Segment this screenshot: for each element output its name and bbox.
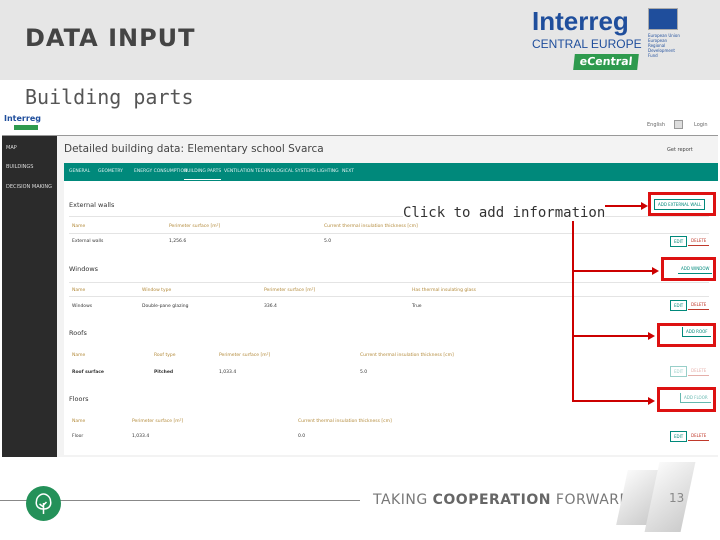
table-cell: 1,033.4 xyxy=(132,434,150,439)
section-title-windows: Windows xyxy=(69,265,99,273)
tab-technological-systems[interactable]: TECHNOLOGICAL SYSTEMS xyxy=(255,169,316,174)
table-header: Current thermal insulation thickness [cm… xyxy=(360,353,454,358)
app-topbar: Interreg English Login xyxy=(2,112,718,136)
logo-name: Interreg xyxy=(532,6,629,36)
edit-button[interactable]: EDIT xyxy=(670,300,688,311)
connector-line xyxy=(572,205,574,402)
slide-title: DATA INPUT xyxy=(25,24,196,52)
table-cell: 1,256.6 xyxy=(169,239,187,244)
table-header: Has thermal insulating glass xyxy=(412,288,476,293)
table-header: Perimeter surface [m²] xyxy=(264,288,316,293)
table-cell: Pitched xyxy=(154,370,174,375)
edit-button[interactable]: EDIT xyxy=(670,236,688,247)
table-header: Current thermal insulation thickness [cm… xyxy=(324,224,418,229)
highlight-box xyxy=(661,257,716,281)
delete-button[interactable]: DELETE xyxy=(688,366,710,376)
get-report-button[interactable]: Get report xyxy=(667,147,693,153)
language-dropdown-icon[interactable] xyxy=(674,120,683,129)
table-cell: Double-pane glazing xyxy=(142,304,189,309)
arrow-icon xyxy=(648,397,655,405)
project-badge: eCentral xyxy=(573,54,639,70)
table-cell: Roof surface xyxy=(72,370,104,375)
tagline-part: FORWARD xyxy=(550,492,631,508)
divider xyxy=(69,282,709,283)
table-cell: Floor xyxy=(72,434,84,439)
delete-button[interactable]: DELETE xyxy=(688,236,710,246)
edit-button[interactable]: EDIT xyxy=(670,431,688,442)
section-title-floors: Floors xyxy=(69,395,89,403)
delete-button[interactable]: DELETE xyxy=(688,300,710,310)
table-cell: 336.4 xyxy=(264,304,277,309)
tagline-bold: COOPERATION xyxy=(432,492,551,508)
page-title: Detailed building data: Elementary schoo… xyxy=(64,143,324,155)
table-header: Name xyxy=(72,288,86,293)
eu-text: European Union European Regional Develop… xyxy=(648,33,680,58)
table-cell: 5.0 xyxy=(360,370,368,375)
app-logo-badge xyxy=(14,125,38,130)
tab-general[interactable]: GENERAL xyxy=(69,169,90,174)
section-title-walls: External walls xyxy=(69,201,115,209)
connector-line xyxy=(572,335,648,337)
sidebar-item-decision-making[interactable]: DECISION MAKING xyxy=(6,184,52,190)
table-header: Current thermal insulation thickness [cm… xyxy=(298,419,392,424)
app-screenshot: Interreg English Login MAP BUILDINGS DEC… xyxy=(2,112,718,457)
connector-line xyxy=(572,270,652,272)
highlight-box xyxy=(657,387,716,412)
user-menu[interactable]: Login xyxy=(694,122,708,128)
highlight-box xyxy=(657,323,716,347)
page-number: 13 xyxy=(669,491,685,505)
sidebar-item-map[interactable]: MAP xyxy=(6,145,17,151)
table-header: Roof type xyxy=(154,353,176,358)
table-cell: True xyxy=(412,304,422,309)
table-header: Perimeter surface [m²] xyxy=(169,224,221,229)
arrow-icon xyxy=(648,332,655,340)
tab-ventilation[interactable]: VENTILATION xyxy=(224,169,254,174)
table-cell: 5.0 xyxy=(324,239,332,244)
sidebar-item-buildings[interactable]: BUILDINGS xyxy=(6,164,33,170)
logo-region: CENTRAL EUROPE xyxy=(532,37,642,51)
tab-geometry[interactable]: GEOMETRY xyxy=(98,169,123,174)
sidebar: MAP BUILDINGS DECISION MAKING xyxy=(2,136,57,457)
building-parts-panel: External walls ADD EXTERNAL WALL Name Pe… xyxy=(64,181,718,455)
arrow-icon xyxy=(652,267,659,275)
tab-lighting[interactable]: LIGHTING xyxy=(317,169,339,174)
tab-building-parts[interactable]: BUILDING PARTS xyxy=(184,169,222,180)
table-header: Perimeter surface [m²] xyxy=(132,419,184,424)
divider xyxy=(69,216,709,217)
table-header: Name xyxy=(72,419,86,424)
interreg-logo: Interreg CENTRAL EUROPE European Union E… xyxy=(530,6,680,72)
app-logo: Interreg xyxy=(4,114,44,134)
slide-subtitle: Building parts xyxy=(25,85,194,109)
table-cell: External walls xyxy=(72,239,104,244)
arrow-icon xyxy=(641,202,648,210)
divider xyxy=(69,233,709,234)
table-header: Window type xyxy=(142,288,172,293)
delete-button[interactable]: DELETE xyxy=(688,431,710,441)
edit-button[interactable]: EDIT xyxy=(670,366,688,377)
table-cell: 0.0 xyxy=(298,434,306,439)
tab-bar: GENERAL GEOMETRY ENERGY CONSUMPTION BUIL… xyxy=(64,163,718,181)
table-header: Name xyxy=(72,224,86,229)
tab-next[interactable]: NEXT xyxy=(342,169,354,174)
table-header: Perimeter surface [m²] xyxy=(219,353,271,358)
divider xyxy=(69,296,709,297)
app-logo-text: Interreg xyxy=(4,114,41,123)
table-cell: Windows xyxy=(72,304,93,309)
connector-line xyxy=(572,400,648,402)
table-cell: 1,033.4 xyxy=(219,370,237,375)
section-title-roofs: Roofs xyxy=(69,329,87,337)
table-header: Name xyxy=(72,353,86,358)
tagline-part: TAKING xyxy=(373,492,433,508)
highlight-box xyxy=(648,192,716,216)
tree-icon xyxy=(26,486,61,521)
tab-energy-consumption[interactable]: ENERGY CONSUMPTION xyxy=(134,169,187,174)
eu-flag-icon xyxy=(648,8,678,30)
language-select[interactable]: English xyxy=(647,122,665,128)
footer-tagline: TAKING COOPERATION FORWARD xyxy=(373,492,631,508)
annotation-text: Click to add information xyxy=(403,205,606,221)
